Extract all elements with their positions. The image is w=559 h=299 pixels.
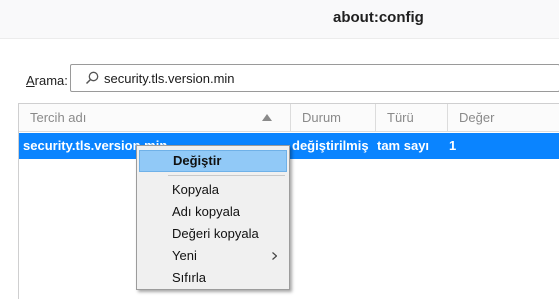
search-value: security.tls.version.min [104, 71, 235, 86]
chevron-right-icon [272, 252, 277, 260]
search-icon [85, 71, 99, 85]
pref-type-cell: tam sayı [377, 138, 430, 153]
menu-item-reset[interactable]: Sıfırla [139, 267, 287, 289]
column-header-name[interactable]: Tercih adı [19, 104, 290, 131]
window-titlebar: about:config [0, 0, 559, 39]
menu-item-modify[interactable]: Değiştir [139, 150, 287, 172]
menu-item-copy[interactable]: Kopyala [139, 179, 287, 201]
search-input[interactable]: security.tls.version.min [70, 64, 559, 92]
menu-item-copy-name[interactable]: Adı kopyala [139, 201, 287, 223]
pref-value-cell: 1 [449, 138, 457, 153]
window-title: about:config [333, 9, 424, 26]
menu-item-copy-value[interactable]: Değeri kopyala [139, 223, 287, 245]
pref-status-cell: değiştirilmiş [292, 138, 369, 153]
menu-separator [168, 175, 285, 176]
context-menu: Değiştir Kopyala Adı kopyala Değeri kopy… [136, 145, 290, 290]
table-header: Tercih adı Durum Türü Değer [19, 104, 559, 132]
column-header-status[interactable]: Durum [290, 104, 375, 131]
search-label: Arama: [26, 73, 68, 88]
column-header-type[interactable]: Türü [375, 104, 447, 131]
sort-ascending-icon [262, 114, 272, 121]
column-header-value[interactable]: Değer [447, 104, 559, 131]
menu-item-new[interactable]: Yeni [139, 245, 287, 267]
